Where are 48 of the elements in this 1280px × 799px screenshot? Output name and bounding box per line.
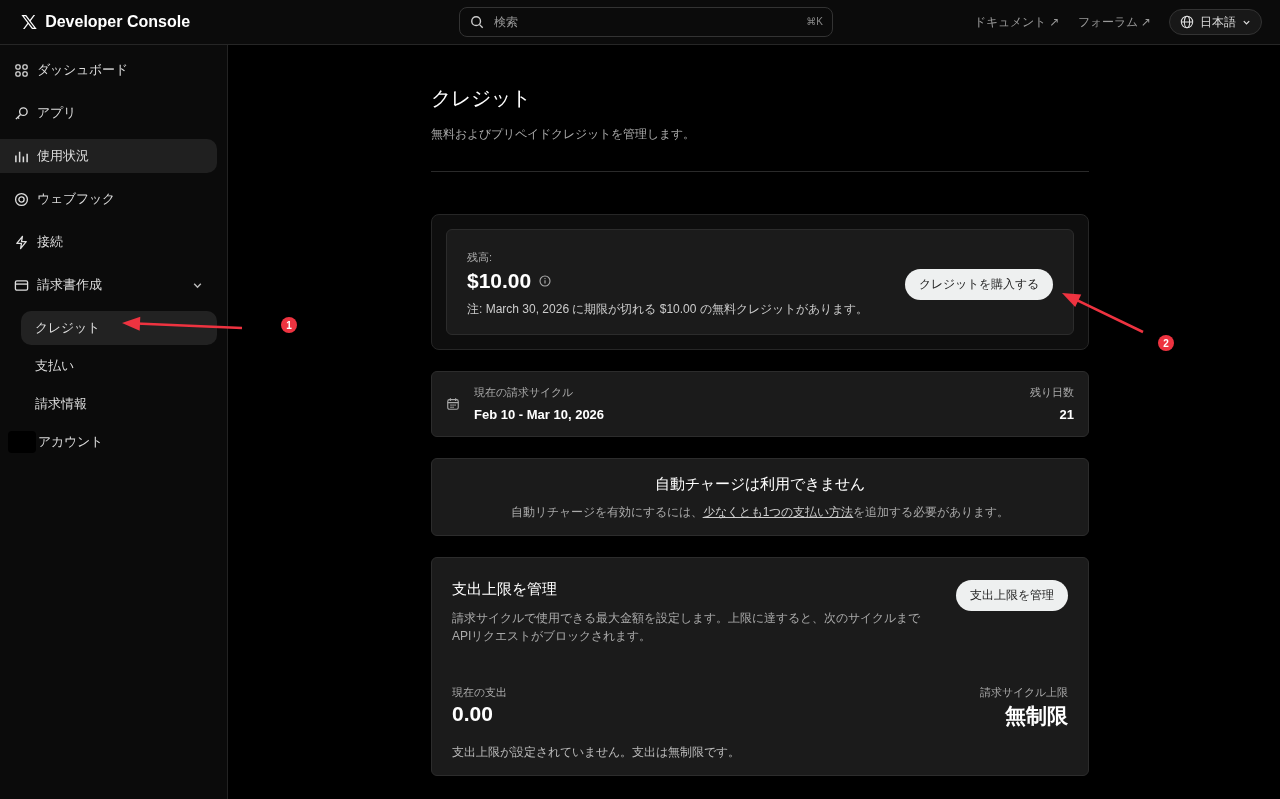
current-spend-value: 0.00	[452, 702, 494, 726]
search-icon	[470, 15, 484, 29]
globe-icon	[1180, 15, 1194, 29]
auto-charge-title: 自動チャージは利用できません	[654, 475, 866, 494]
page-title: クレジット	[431, 86, 532, 111]
auto-charge-message: 自動リチャージを有効にするには、少なくとも1つの支払い方法を追加する必要があります。	[509, 504, 1011, 521]
buy-credits-button[interactable]: クレジットを購入する	[905, 268, 1053, 300]
info-icon[interactable]	[539, 275, 552, 287]
spending-limit-note: 支出上限が設定されていません。支出は無制限です。	[452, 744, 741, 761]
billing-cycle-dates: Feb 10 - Mar 10, 2026	[474, 407, 606, 422]
annotation-badge: 1	[281, 317, 297, 333]
language-selector[interactable]: 日本語	[1169, 9, 1262, 35]
sidebar-subitem[interactable]: 請求情報	[21, 387, 217, 421]
cycle-limit-value: 無制限	[1004, 703, 1068, 729]
payment-method-link[interactable]: 少なくとも1つの支払い方法	[702, 505, 854, 519]
page-subtitle: 無料およびプリペイドクレジットを管理します。	[431, 126, 696, 143]
annotation-badge: 2	[1158, 335, 1174, 351]
balance-amount: $10.00	[467, 269, 532, 293]
current-spend-label: 現在の支出	[452, 685, 507, 700]
spending-limit-description: 請求サイクルで使用できる最大金額を設定します。上限に達すると、次のサイクルまでAPIリクエストがブロックされます。	[452, 610, 921, 645]
credit-note: 注: March 30, 2026 に期限が切れる $10.00 の無料クレジットがあります。	[467, 301, 869, 318]
sidebar-subitem[interactable]: 支払い	[21, 349, 217, 383]
header-link[interactable]: フォーラム ↗	[1077, 13, 1151, 31]
target-icon	[14, 191, 29, 207]
spending-limit-title: 支出上限を管理	[452, 580, 558, 599]
sidebar-item[interactable]: アプリ	[0, 96, 217, 130]
x-logo[interactable]: 𝕏	[21, 10, 38, 34]
card-icon	[14, 277, 29, 293]
cycle-limit-label: 請求サイクル上限	[980, 685, 1068, 700]
sidebar-item[interactable]: 接続	[0, 225, 217, 259]
bolt-icon	[14, 234, 29, 250]
manage-limit-button[interactable]: 支出上限を管理	[956, 580, 1068, 611]
key-icon	[14, 105, 29, 121]
console-title: Developer Console	[45, 13, 191, 31]
days-remaining-value: 21	[1058, 407, 1074, 422]
header-link[interactable]: ドキュメント ↗	[974, 13, 1060, 31]
calendar-icon	[446, 396, 460, 411]
balance-label: 残高:	[467, 250, 494, 265]
sidebar-item[interactable]: 使用状況	[0, 139, 217, 173]
sidebar-item[interactable]: アカウント	[0, 425, 217, 459]
sidebar-item[interactable]: ダッシュボード	[0, 53, 217, 87]
sidebar-item[interactable]: ウェブフック	[0, 182, 217, 216]
sidebar-item[interactable]: 請求書作成	[0, 268, 217, 302]
billing-cycle-label: 現在の請求サイクル	[474, 385, 574, 400]
grid-icon	[14, 62, 29, 78]
shortcut-hint: ⌘K	[806, 16, 823, 27]
days-remaining-label: 残り日数	[1030, 385, 1074, 400]
sidebar-subitem[interactable]: クレジット	[21, 311, 217, 345]
